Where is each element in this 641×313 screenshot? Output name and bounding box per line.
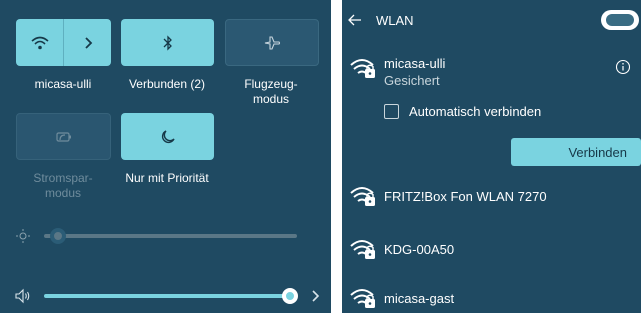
network-list-item[interactable]: KDG-00A50 [342,231,641,267]
airplane-mode-label: Flugzeug- modus [244,77,298,106]
volume-thumb[interactable] [282,288,298,304]
bluetooth-icon [163,34,172,51]
wifi-tile-label: micasa-ulli [34,77,92,91]
battery-saver-label: Stromspar- modus [33,171,93,200]
connect-button[interactable]: Verbinden [511,138,641,166]
priority-only-label: Nur mit Priorität [125,171,209,185]
wifi-secured-icon [350,289,375,308]
network-name: FRITZ!Box Fon WLAN 7270 [384,189,547,204]
info-icon[interactable] [615,59,631,75]
network-name: KDG-00A50 [384,242,455,257]
quick-settings-panel: micasa-ulli Verbunden (2) Flugzeug- modu… [0,0,331,313]
priority-only-tile[interactable] [121,113,214,160]
brightness-track [44,234,297,238]
chevron-right-icon[interactable] [310,289,320,303]
wifi-secured-icon [350,59,375,78]
wifi-toggle[interactable] [16,19,63,66]
bluetooth-tile[interactable] [121,19,214,66]
selected-network-name: micasa-ulli [384,56,446,71]
battery-saver-tile[interactable] [16,113,111,160]
moon-icon [161,129,175,143]
airplane-mode-tile[interactable] [225,19,319,66]
wlan-toggle[interactable] [601,10,639,30]
wifi-tile[interactable] [16,19,111,66]
wlan-panel: WLAN micasa-ulli Gesichert Automatisch v… [342,0,641,313]
brightness-icon [16,229,30,243]
chevron-right-icon [84,36,92,49]
airplane-icon [264,35,281,50]
brightness-thumb[interactable] [49,228,66,244]
network-list-item[interactable]: FRITZ!Box Fon WLAN 7270 [342,178,641,214]
wifi-secured-icon [350,187,375,206]
battery-saver-icon [55,131,71,142]
selected-network-status: Gesichert [384,73,440,88]
auto-connect-label: Automatisch verbinden [409,104,542,119]
volume-icon [15,288,30,304]
network-list-item[interactable]: micasa-gast [342,280,641,313]
bluetooth-tile-label: Verbunden (2) [128,77,206,91]
back-arrow-icon[interactable] [348,13,362,27]
toggle-knob [606,14,634,26]
auto-connect-checkbox[interactable] [384,104,399,119]
wifi-expand-button[interactable] [64,19,111,66]
volume-track [44,294,290,298]
wifi-secured-icon [350,240,375,259]
wlan-title: WLAN [376,13,414,28]
wifi-icon [30,36,49,49]
network-name: micasa-gast [384,291,455,306]
